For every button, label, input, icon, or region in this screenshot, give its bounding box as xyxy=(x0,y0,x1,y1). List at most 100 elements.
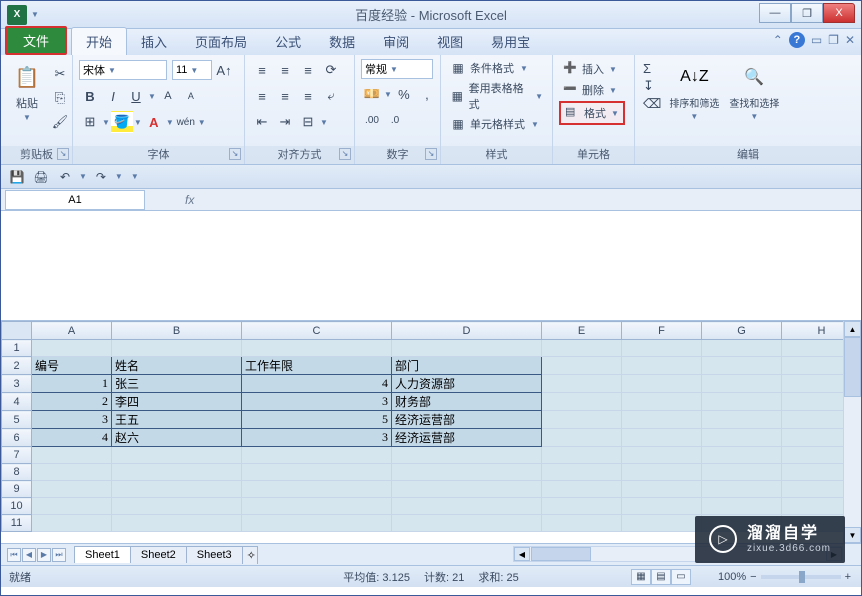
scroll-left-icon[interactable]: ◀ xyxy=(514,547,530,561)
cell-B5[interactable]: 王五 xyxy=(112,411,242,429)
cell-B6[interactable]: 赵六 xyxy=(112,429,242,447)
sheet-nav-last-icon[interactable]: ⏭ xyxy=(52,548,66,562)
undo-button[interactable]: ↶ xyxy=(55,168,75,186)
clear-button[interactable]: ⌫ xyxy=(643,96,661,112)
border-button[interactable]: ⊞ xyxy=(79,111,101,133)
underline-button[interactable]: U xyxy=(125,85,147,107)
vscroll-thumb[interactable] xyxy=(844,337,861,397)
view-page-layout-icon[interactable]: ▤ xyxy=(651,569,671,585)
decrease-decimal-icon[interactable]: .0 xyxy=(384,109,406,131)
tab-file[interactable]: 文件 xyxy=(5,26,67,55)
new-sheet-button[interactable]: ✧ xyxy=(242,546,258,564)
tab-page-layout[interactable]: 页面布局 xyxy=(181,28,261,55)
cell-B3[interactable]: 张三 xyxy=(112,375,242,393)
row-header-1[interactable]: 1 xyxy=(2,340,32,357)
zoom-level[interactable]: 100% xyxy=(718,571,746,583)
cell-D2[interactable]: 部门 xyxy=(392,357,542,375)
row-header-11[interactable]: 11 xyxy=(2,515,32,532)
fill-color-button[interactable]: 🪣 xyxy=(111,111,133,133)
tab-formulas[interactable]: 公式 xyxy=(261,28,315,55)
col-header-G[interactable]: G xyxy=(702,322,782,340)
cell-B4[interactable]: 李四 xyxy=(112,393,242,411)
cell-B2[interactable]: 姓名 xyxy=(112,357,242,375)
cell-D6[interactable]: 经济运营部 xyxy=(392,429,542,447)
zoom-slider[interactable] xyxy=(761,575,841,579)
zoom-out-button[interactable]: − xyxy=(750,571,756,583)
col-header-E[interactable]: E xyxy=(542,322,622,340)
align-middle-icon[interactable]: ≡ xyxy=(274,59,296,81)
scroll-up-icon[interactable]: ▲ xyxy=(844,321,861,337)
row-header-7[interactable]: 7 xyxy=(2,447,32,464)
view-page-break-icon[interactable]: ▭ xyxy=(671,569,691,585)
increase-decimal-icon[interactable]: .00 xyxy=(361,109,383,131)
percent-icon[interactable]: % xyxy=(393,83,415,105)
cell-C2[interactable]: 工作年限 xyxy=(242,357,392,375)
clipboard-launcher-icon[interactable]: ↘ xyxy=(57,148,69,160)
orientation-icon[interactable]: ⟳ xyxy=(320,59,342,81)
row-header-5[interactable]: 5 xyxy=(2,411,32,429)
minimize-button[interactable]: — xyxy=(759,3,791,23)
close-button[interactable]: X xyxy=(823,3,855,23)
select-all-corner[interactable] xyxy=(2,322,32,340)
cell-D3[interactable]: 人力资源部 xyxy=(392,375,542,393)
cell-C3[interactable]: 4 xyxy=(242,375,392,393)
grow-font-icon[interactable]: A↑ xyxy=(213,59,235,81)
cut-button[interactable]: ✂ xyxy=(49,63,71,85)
phonetic-button[interactable]: wén xyxy=(175,111,197,133)
merge-center-icon[interactable]: ⊟ xyxy=(297,111,319,133)
wrap-text-icon[interactable]: ⤶ xyxy=(320,85,342,107)
bold-button[interactable]: B xyxy=(79,85,101,107)
number-format-combo[interactable]: 常规▼ xyxy=(361,59,433,79)
align-center-icon[interactable]: ≡ xyxy=(274,85,296,107)
copy-button[interactable]: ⎘ xyxy=(49,87,71,109)
excel-icon[interactable]: X xyxy=(7,5,27,25)
fill-button[interactable]: ↧ xyxy=(643,78,661,94)
find-select-button[interactable]: 🔍 查找和选择 ▼ xyxy=(725,59,783,123)
format-as-table-button[interactable]: ▦套用表格格式▼ xyxy=(447,79,546,113)
currency-icon[interactable]: 💴 xyxy=(361,83,383,105)
cell-C4[interactable]: 3 xyxy=(242,393,392,411)
zoom-in-button[interactable]: + xyxy=(845,571,851,583)
print-button[interactable]: 🖨 xyxy=(31,168,51,186)
vertical-scrollbar[interactable]: ▲ ▼ xyxy=(843,321,861,543)
italic-button[interactable]: I xyxy=(102,85,124,107)
cell-A2[interactable]: 编号 xyxy=(32,357,112,375)
col-header-A[interactable]: A xyxy=(32,322,112,340)
delete-cells-button[interactable]: ➖删除▼ xyxy=(559,80,625,100)
decrease-indent-icon[interactable]: ⇤ xyxy=(251,111,273,133)
tab-view[interactable]: 视图 xyxy=(423,28,477,55)
cell-A5[interactable]: 3 xyxy=(32,411,112,429)
workbook-min-icon[interactable]: ▭ xyxy=(811,33,822,47)
font-size-combo[interactable]: 11▼ xyxy=(172,60,212,80)
redo-button[interactable]: ↷ xyxy=(91,168,111,186)
align-right-icon[interactable]: ≡ xyxy=(297,85,319,107)
comma-icon[interactable]: , xyxy=(416,83,438,105)
number-launcher-icon[interactable]: ↘ xyxy=(425,148,437,160)
align-bottom-icon[interactable]: ≡ xyxy=(297,59,319,81)
spreadsheet-grid[interactable]: A B C D E F G H 1 2 编号 姓名 工作年限 部门 3 1 张三… xyxy=(1,321,861,532)
tab-home[interactable]: 开始 xyxy=(71,27,127,55)
tab-insert[interactable]: 插入 xyxy=(127,28,181,55)
workbook-close-icon[interactable]: ✕ xyxy=(845,33,855,47)
insert-cells-button[interactable]: ➕插入▼ xyxy=(559,59,625,79)
view-normal-icon[interactable]: ▦ xyxy=(631,569,651,585)
row-header-4[interactable]: 4 xyxy=(2,393,32,411)
cell-D5[interactable]: 经济运营部 xyxy=(392,411,542,429)
cell-A3[interactable]: 1 xyxy=(32,375,112,393)
maximize-button[interactable]: ❐ xyxy=(791,3,823,23)
cell-D4[interactable]: 财务部 xyxy=(392,393,542,411)
sheet-nav-next-icon[interactable]: ▶ xyxy=(37,548,51,562)
row-header-8[interactable]: 8 xyxy=(2,464,32,481)
name-box[interactable]: A1 xyxy=(5,190,145,210)
sort-filter-button[interactable]: A↓Z 排序和筛选 ▼ xyxy=(665,59,723,123)
font-color-button[interactable]: A xyxy=(143,111,165,133)
align-launcher-icon[interactable]: ↘ xyxy=(339,148,351,160)
cell-A4[interactable]: 2 xyxy=(32,393,112,411)
row-header-3[interactable]: 3 xyxy=(2,375,32,393)
qat-more-icon[interactable]: ▼ xyxy=(131,172,139,181)
format-painter-button[interactable]: 🖌 xyxy=(49,111,71,133)
row-header-6[interactable]: 6 xyxy=(2,429,32,447)
tab-yiyongbao[interactable]: 易用宝 xyxy=(477,28,544,55)
align-left-icon[interactable]: ≡ xyxy=(251,85,273,107)
row-header-10[interactable]: 10 xyxy=(2,498,32,515)
